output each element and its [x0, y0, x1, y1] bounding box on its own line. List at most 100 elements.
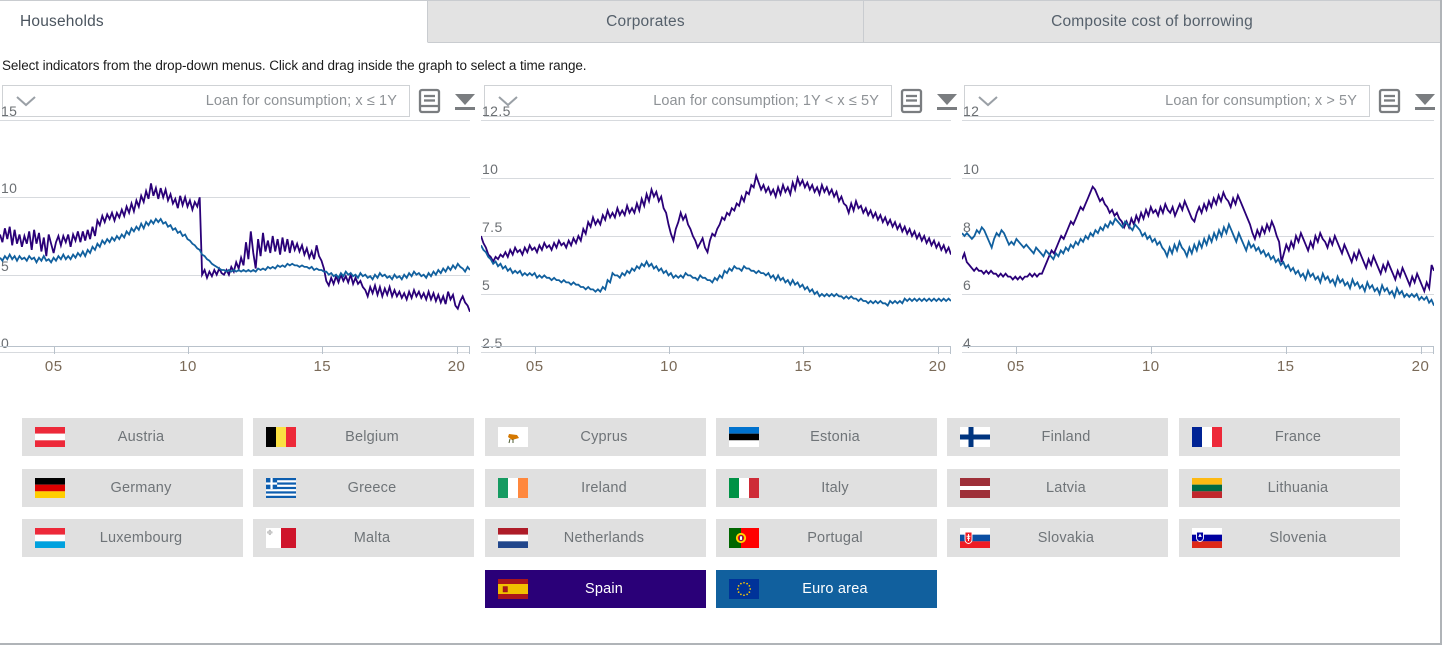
- indicator-dropdown-1-value: Loan for consumption; x ≤ 1Y: [205, 93, 397, 109]
- x-axis-tick: [456, 346, 458, 354]
- country-label: Italy: [821, 479, 849, 496]
- country-button-austria[interactable]: Austria: [22, 418, 243, 456]
- country-label: Luxembourg: [99, 530, 183, 546]
- indicator-dropdown-3[interactable]: Loan for consumption; x > 5Y: [964, 85, 1370, 117]
- chart-series-svg: [481, 120, 951, 352]
- country-button-germany[interactable]: Germany: [22, 468, 243, 507]
- flag-greece-icon: [266, 477, 296, 498]
- tab-corporates-label: Corporates: [606, 12, 685, 30]
- country-button-malta[interactable]: Malta: [253, 519, 474, 557]
- instruction-text: Select indicators from the drop-down men…: [2, 58, 587, 73]
- tab-corporates[interactable]: Corporates: [428, 1, 864, 43]
- x-axis-tick: [322, 346, 324, 354]
- chart-series-svg: [0, 120, 470, 352]
- country-label: Estonia: [810, 429, 860, 445]
- series-line-spain: [962, 187, 1434, 291]
- x-axis: 05 10 15 20: [0, 346, 470, 388]
- flag-portugal-icon: [729, 528, 759, 548]
- flag-malta-icon: [266, 528, 296, 548]
- country-label: Lithuania: [1267, 479, 1329, 496]
- charts-row: 0 5 10 15 05 10 15 20 2.5 5 7.5 10 12.5 05 10 15 20 468…: [0, 103, 1442, 388]
- country-label: Germany: [110, 479, 172, 496]
- country-button-finland[interactable]: Finland: [947, 418, 1168, 456]
- flag-slovakia-icon: [960, 528, 990, 548]
- country-button-italy[interactable]: Italy: [716, 468, 937, 507]
- download-icon[interactable]: [1410, 85, 1440, 117]
- indicator-dropdown-3-value: Loan for consumption; x > 5Y: [1165, 93, 1357, 109]
- download-icon[interactable]: [932, 85, 962, 117]
- chart-plot-area[interactable]: 0 5 10 15: [0, 103, 470, 353]
- country-button-netherlands[interactable]: Netherlands: [485, 519, 706, 557]
- chart-loan-consumption-1y-5y[interactable]: 2.5 5 7.5 10 12.5 05 10 15 20: [481, 103, 951, 388]
- x-axis: 05 10 15 20: [481, 346, 951, 388]
- country-selector: Austria Belgium Cyprus Estonia Finland France…: [0, 418, 1442, 628]
- download-icon[interactable]: [450, 85, 480, 117]
- x-axis-tick-label: 20: [1411, 358, 1430, 375]
- x-axis-tick: [669, 346, 670, 354]
- country-button-lithuania[interactable]: Lithuania: [1179, 468, 1400, 507]
- country-label: Austria: [117, 429, 165, 445]
- country-label: Latvia: [1046, 479, 1086, 496]
- flag-luxembourg-icon: [35, 528, 65, 548]
- y-axis-tick-label: 15: [1, 103, 18, 119]
- country-label: Malta: [353, 530, 391, 546]
- country-button-spain[interactable]: Spain: [485, 569, 706, 608]
- x-axis-tick: [1285, 346, 1287, 354]
- x-axis-tick-label: 20: [447, 358, 466, 375]
- y-axis-tick-label: 12: [963, 103, 980, 119]
- flag-netherlands-icon: [498, 528, 528, 548]
- indicator-dropdown-2[interactable]: Loan for consumption; 1Y < x ≤ 5Y: [484, 85, 892, 117]
- x-axis: 05 10 15 20: [962, 346, 1434, 388]
- x-axis-tick: [53, 346, 55, 354]
- country-button-greece[interactable]: Greece: [253, 468, 474, 507]
- x-axis-tick-label: 10: [660, 358, 678, 375]
- flag-lithuania-icon: [1192, 477, 1222, 498]
- x-axis-line: [962, 346, 1434, 347]
- flag-euro-area-icon: [729, 578, 759, 599]
- table-view-icon[interactable]: [897, 85, 927, 117]
- series-line-spain: [481, 176, 951, 262]
- chart-plot-area[interactable]: 4 6 8 10 12: [962, 103, 1434, 353]
- country-label: Belgium: [345, 429, 399, 445]
- x-axis-tick: [1015, 346, 1017, 354]
- table-view-icon[interactable]: [415, 85, 445, 117]
- x-axis-tick-label: 05: [525, 358, 544, 375]
- flag-estonia-icon: [729, 427, 759, 447]
- flag-spain-icon: [498, 578, 528, 599]
- country-button-luxembourg[interactable]: Luxembourg: [22, 519, 243, 557]
- country-button-slovenia[interactable]: Slovenia: [1179, 519, 1400, 557]
- country-label: Euro area: [802, 580, 868, 597]
- indicator-dropdown-2-value: Loan for consumption; 1Y < x ≤ 5Y: [653, 93, 879, 109]
- tab-composite-cost-of-borrowing[interactable]: Composite cost of borrowing: [864, 1, 1440, 43]
- country-button-ireland[interactable]: Ireland: [485, 468, 706, 507]
- chart-plot-area[interactable]: 2.5 5 7.5 10 12.5: [481, 103, 951, 353]
- country-button-euro-area[interactable]: Euro area: [716, 569, 937, 608]
- country-button-latvia[interactable]: Latvia: [947, 468, 1168, 507]
- x-axis-tick-label: 05: [1007, 358, 1025, 375]
- table-view-icon[interactable]: [1375, 85, 1405, 117]
- indicator-control-3: Loan for consumption; x > 5Y: [964, 84, 1440, 118]
- country-button-estonia[interactable]: Estonia: [716, 418, 937, 456]
- country-button-portugal[interactable]: Portugal: [716, 519, 937, 557]
- chart-loan-consumption-gt-5y[interactable]: 4 6 8 10 12 05 10 15 20: [962, 103, 1434, 388]
- dashboard-page: Households Corporates Composite cost of …: [0, 0, 1442, 645]
- country-button-france[interactable]: France: [1179, 418, 1400, 456]
- country-button-slovakia[interactable]: Slovakia: [947, 519, 1168, 557]
- tab-bar: Households Corporates Composite cost of …: [0, 0, 1440, 43]
- flag-finland-icon: [960, 427, 990, 447]
- chart-loan-consumption-le-1y[interactable]: 0 5 10 15 05 10 15 20: [0, 103, 470, 388]
- flag-france-icon: [1192, 427, 1222, 447]
- flag-latvia-icon: [960, 477, 990, 498]
- indicator-dropdown-1[interactable]: Loan for consumption; x ≤ 1Y: [2, 85, 410, 117]
- flag-austria-icon: [35, 427, 65, 447]
- flag-belgium-icon: [266, 427, 296, 447]
- flag-slovenia-icon: [1192, 528, 1222, 548]
- x-axis-tick-label: 15: [1276, 358, 1295, 375]
- series-line-euro-area: [0, 219, 470, 279]
- x-axis-tick: [803, 346, 805, 354]
- country-button-cyprus[interactable]: Cyprus: [485, 418, 706, 456]
- country-label: Ireland: [581, 479, 627, 496]
- tab-households[interactable]: Households: [0, 1, 428, 43]
- country-button-belgium[interactable]: Belgium: [253, 418, 474, 456]
- indicator-control-1: Loan for consumption; x ≤ 1Y: [2, 84, 480, 118]
